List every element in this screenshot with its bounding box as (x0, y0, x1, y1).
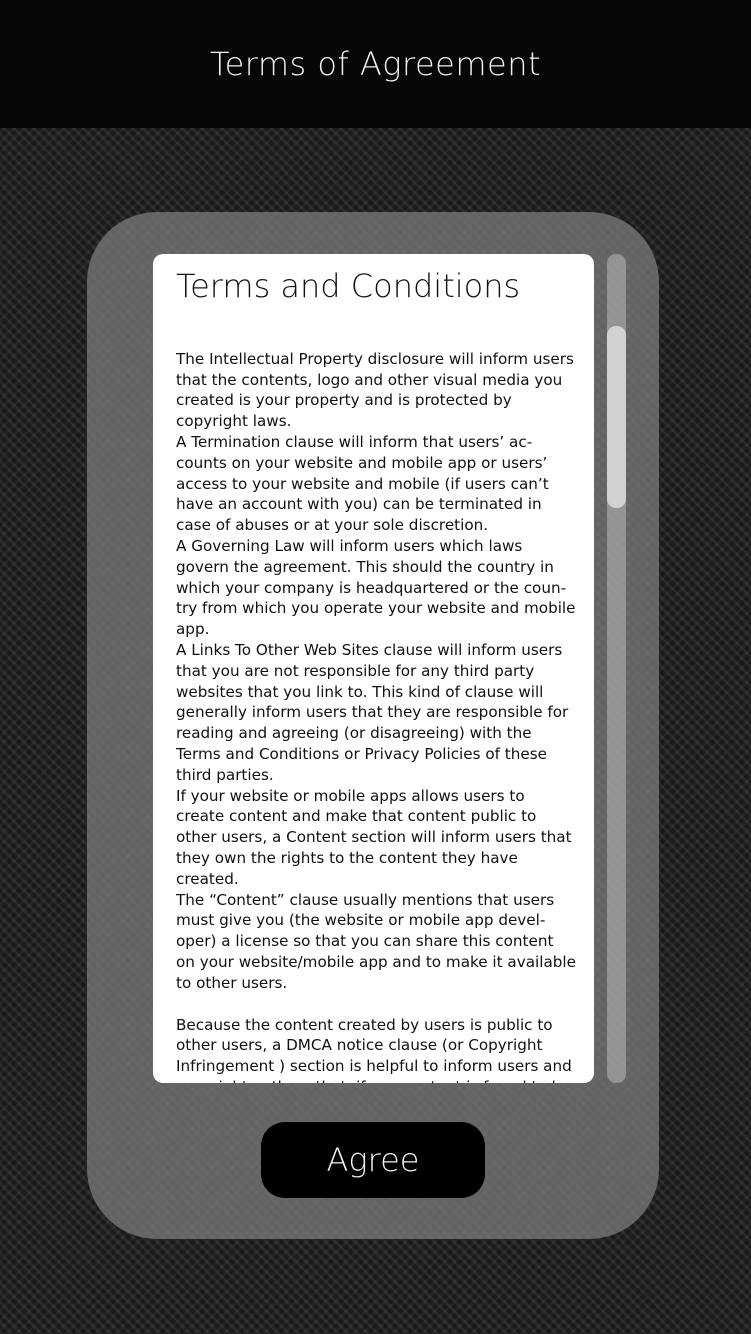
terms-paragraph: The “Content” clause usually mentions th… (176, 890, 576, 992)
terms-paragraph: A Links To Other Web Sites clause will i… (176, 640, 569, 784)
page-title: Terms of Agreement (209, 45, 542, 83)
terms-scroll-view[interactable]: Terms and Conditions The Intellectual Pr… (153, 254, 594, 1083)
agree-button[interactable]: Agree (261, 1122, 485, 1198)
scrollbar-track[interactable] (607, 254, 626, 1083)
terms-body: The Intellectual Property disclosure wil… (176, 349, 576, 1083)
terms-paragraph: The Intellectual Property disclosure wil… (176, 349, 574, 431)
terms-title: Terms and Conditions (176, 267, 521, 305)
terms-paragraph: A Governing Law will inform users which … (176, 536, 576, 639)
terms-paragraph: Because the content created by users is … (176, 1015, 572, 1084)
terms-paragraph: If your website or mobile apps allows us… (176, 786, 572, 888)
terms-paragraph: A Termination clause will inform that us… (176, 432, 549, 535)
scrollbar-thumb[interactable] (607, 326, 626, 508)
top-bar: Terms of Agreement (0, 0, 751, 128)
